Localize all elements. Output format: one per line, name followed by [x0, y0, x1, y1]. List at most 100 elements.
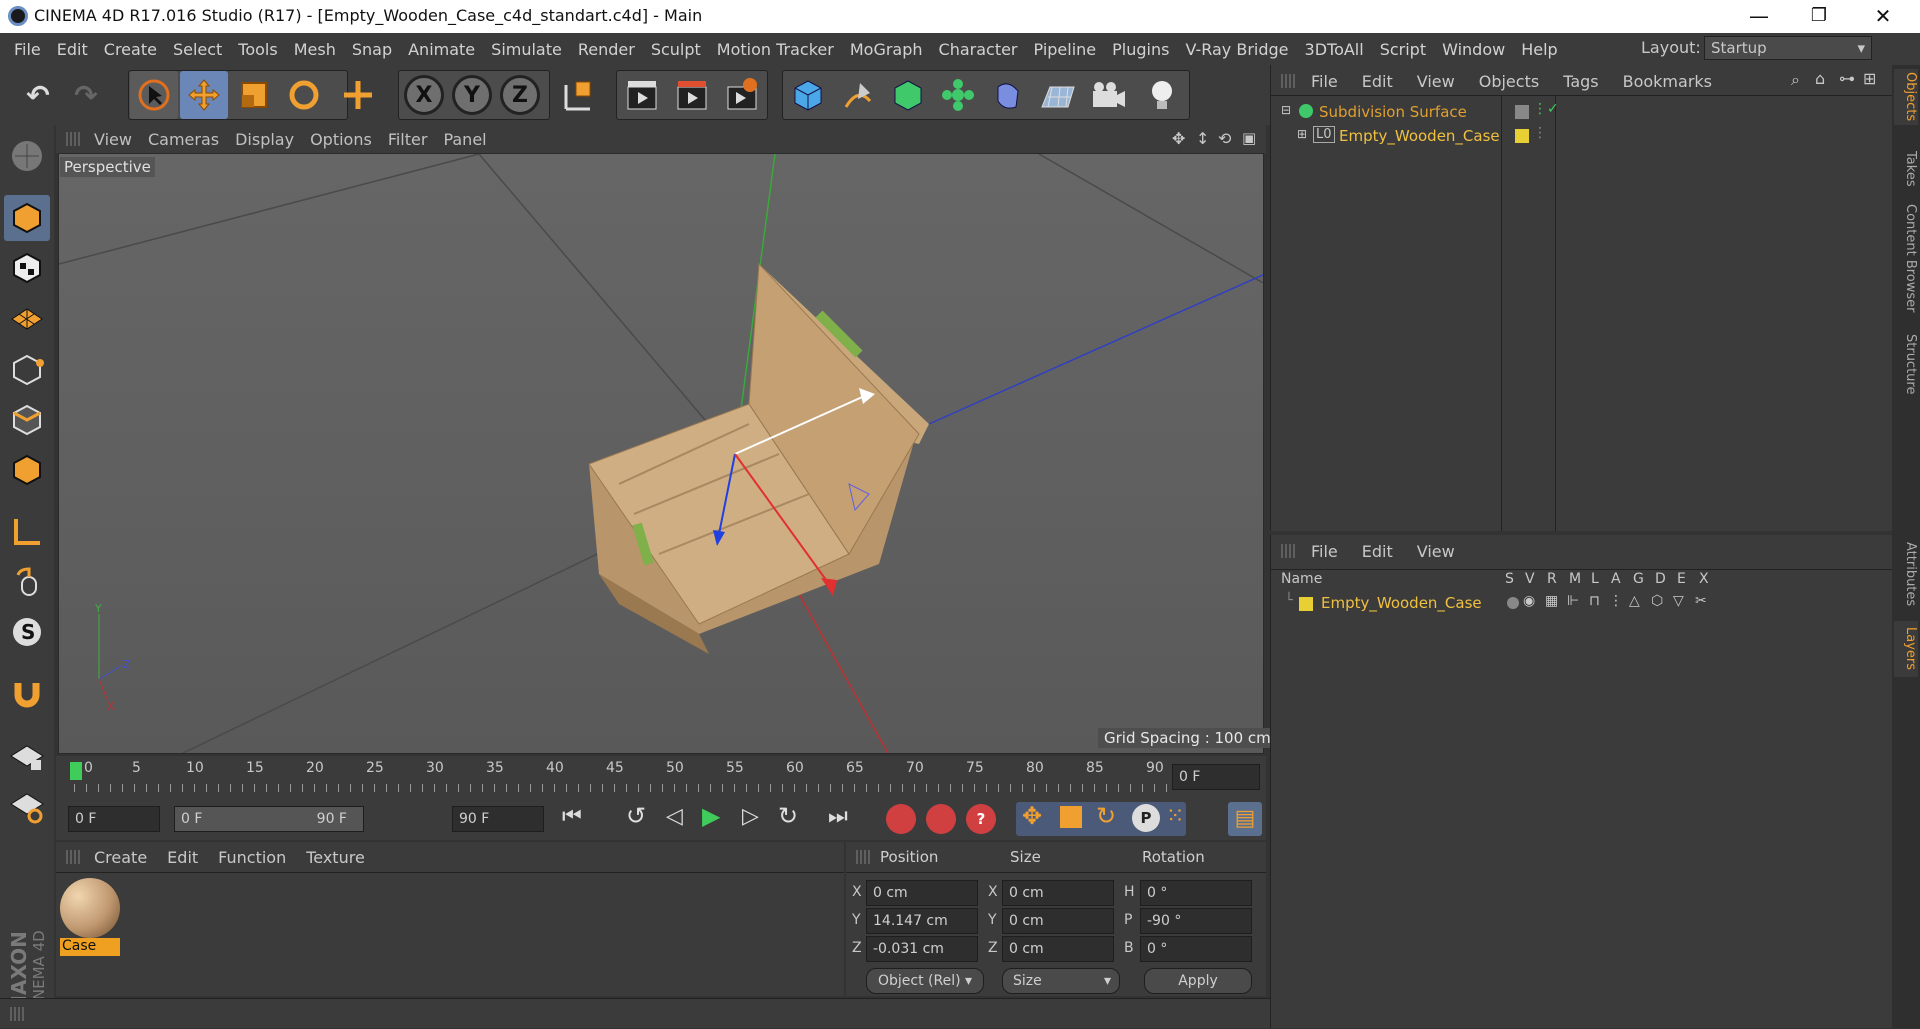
deformer-icon[interactable]: [984, 71, 1032, 119]
layer-color-icon[interactable]: [1515, 129, 1529, 143]
rotate-tool-icon[interactable]: [280, 71, 328, 119]
rot-h-field[interactable]: 0 °: [1140, 880, 1252, 906]
autokey-icon[interactable]: [926, 804, 956, 834]
pos-y-field[interactable]: 14.147 cm: [866, 908, 978, 934]
layer-color-swatch[interactable]: [1299, 597, 1313, 611]
menu-render[interactable]: Render: [570, 40, 643, 59]
frame-range-slider[interactable]: 0 F 90 F: [174, 806, 364, 832]
start-frame-field[interactable]: 0 F: [68, 806, 160, 832]
polygons-mode-icon[interactable]: [4, 447, 50, 493]
playhead-marker[interactable]: [70, 762, 82, 780]
goto-end-icon[interactable]: ⏭: [828, 804, 848, 829]
rot-p-field[interactable]: -90 °: [1140, 908, 1252, 934]
menu-motion-tracker[interactable]: Motion Tracker: [709, 40, 842, 59]
xref-icon[interactable]: ✂: [1695, 593, 1707, 609]
deformer-icon[interactable]: ⬡: [1651, 593, 1663, 609]
object-row-wooden-case[interactable]: ⊞ L0 Empty_Wooden_Case ⋮: [1277, 125, 1887, 149]
layout-dropdown[interactable]: Startup ▾: [1704, 36, 1872, 60]
menu-create[interactable]: Create: [96, 40, 165, 59]
undo-button[interactable]: ↶: [14, 71, 62, 119]
object-name[interactable]: Subdivision Surface: [1319, 103, 1467, 121]
object-menu-bookmarks[interactable]: Bookmarks: [1623, 72, 1712, 91]
search-icon[interactable]: ⌕: [1791, 70, 1800, 90]
x-axis-lock-button[interactable]: X: [404, 75, 444, 115]
object-menu-objects[interactable]: Objects: [1479, 72, 1539, 91]
tab-objects[interactable]: Objects: [1894, 69, 1918, 125]
cloner-icon[interactable]: [934, 71, 982, 119]
goto-start-icon[interactable]: ⏮: [562, 804, 582, 829]
minimize-button[interactable]: —: [1736, 2, 1782, 30]
coordinate-mode-dropdown[interactable]: Object (Rel) ▾: [866, 968, 984, 994]
size-mode-dropdown[interactable]: Size ▾: [1002, 968, 1120, 994]
manager-icon[interactable]: ⊩: [1567, 593, 1579, 609]
axis-mode-icon[interactable]: [4, 509, 50, 555]
material-menu-function[interactable]: Function: [218, 848, 286, 867]
keyframe-selection-icon[interactable]: ?: [966, 804, 996, 834]
cube-icon[interactable]: [784, 71, 832, 119]
layer-menu-edit[interactable]: Edit: [1362, 542, 1393, 561]
eye-icon[interactable]: ◉: [1523, 593, 1535, 609]
animation-icon[interactable]: ⋮: [1609, 593, 1623, 609]
edges-mode-icon[interactable]: [4, 397, 50, 443]
magnet-snap-icon[interactable]: [4, 671, 50, 717]
menu-tools[interactable]: Tools: [230, 40, 285, 59]
workplane-icon[interactable]: [4, 133, 50, 179]
move-tool-icon[interactable]: [180, 71, 228, 119]
menu-sculpt[interactable]: Sculpt: [643, 40, 709, 59]
prev-key-icon[interactable]: ↺: [626, 802, 646, 830]
menu-animate[interactable]: Animate: [400, 40, 483, 59]
points-mode-icon[interactable]: [4, 347, 50, 393]
menu-help[interactable]: Help: [1513, 40, 1565, 59]
expand-icon[interactable]: ⊞: [1297, 127, 1307, 141]
enabled-check-icon[interactable]: ⋮✓: [1533, 101, 1559, 117]
home-icon[interactable]: ⌂: [1815, 69, 1825, 88]
model-mode-icon[interactable]: [4, 195, 50, 241]
apply-button[interactable]: Apply: [1144, 968, 1252, 994]
record-keys-icon[interactable]: [886, 804, 916, 834]
redo-button[interactable]: ↷: [62, 71, 110, 119]
menu-snap[interactable]: Snap: [344, 40, 400, 59]
select-cursor-icon[interactable]: [130, 71, 178, 119]
camera-icon[interactable]: [1084, 71, 1132, 119]
size-z-field[interactable]: 0 cm: [1002, 936, 1114, 962]
light-icon[interactable]: [1138, 71, 1186, 119]
menu-vray-bridge[interactable]: V-Ray Bridge: [1177, 40, 1296, 59]
material-swatch[interactable]: Case: [60, 878, 120, 958]
menu-simulate[interactable]: Simulate: [483, 40, 570, 59]
perspective-viewport[interactable]: Y Z X: [58, 153, 1264, 754]
render-clapper-icon[interactable]: ▦: [1545, 593, 1558, 609]
object-menu-edit[interactable]: Edit: [1362, 72, 1393, 91]
layer-tag-icon[interactable]: [1515, 105, 1529, 119]
menu-mesh[interactable]: Mesh: [286, 40, 344, 59]
object-menu-tags[interactable]: Tags: [1563, 72, 1598, 91]
solo-toggle-icon[interactable]: [1507, 597, 1519, 609]
lock-workplane-icon[interactable]: [4, 733, 50, 779]
key-parameter-icon[interactable]: P: [1132, 804, 1160, 832]
viewport-menu-display[interactable]: Display: [227, 130, 302, 149]
subdivision-surface-icon[interactable]: [884, 71, 932, 119]
play-icon[interactable]: ▶: [702, 802, 720, 830]
viewport-pan-icon[interactable]: ✥: [1172, 129, 1185, 148]
tab-takes[interactable]: Takes: [1894, 147, 1918, 191]
menu-file[interactable]: File: [6, 40, 49, 59]
viewport-menu-panel[interactable]: Panel: [435, 130, 494, 149]
size-x-field[interactable]: 0 cm: [1002, 880, 1114, 906]
prev-frame-icon[interactable]: ◁: [666, 804, 683, 829]
render-picture-viewer-icon[interactable]: [668, 71, 716, 119]
workplane-mode-icon[interactable]: [4, 295, 50, 341]
size-y-field[interactable]: 0 cm: [1002, 908, 1114, 934]
timeline[interactable]: 0 5 10 15 20 25 30 35 40 45 50 55 60 65 …: [56, 756, 1266, 798]
menu-window[interactable]: Window: [1434, 40, 1513, 59]
wooden-case-model[interactable]: [588, 262, 929, 654]
layer-menu-file[interactable]: File: [1311, 542, 1338, 561]
viewport-menu-cameras[interactable]: Cameras: [140, 130, 227, 149]
menu-pipeline[interactable]: Pipeline: [1026, 40, 1105, 59]
visibility-dots-icon[interactable]: ⋮: [1533, 125, 1547, 141]
viewport-rotate-icon[interactable]: ⟲: [1218, 129, 1231, 148]
menu-plugins[interactable]: Plugins: [1104, 40, 1177, 59]
scale-tool-icon[interactable]: [230, 71, 278, 119]
layer-menu-view[interactable]: View: [1417, 542, 1455, 561]
render-view-icon[interactable]: [618, 71, 666, 119]
material-menu-edit[interactable]: Edit: [167, 848, 198, 867]
menu-script[interactable]: Script: [1372, 40, 1434, 59]
